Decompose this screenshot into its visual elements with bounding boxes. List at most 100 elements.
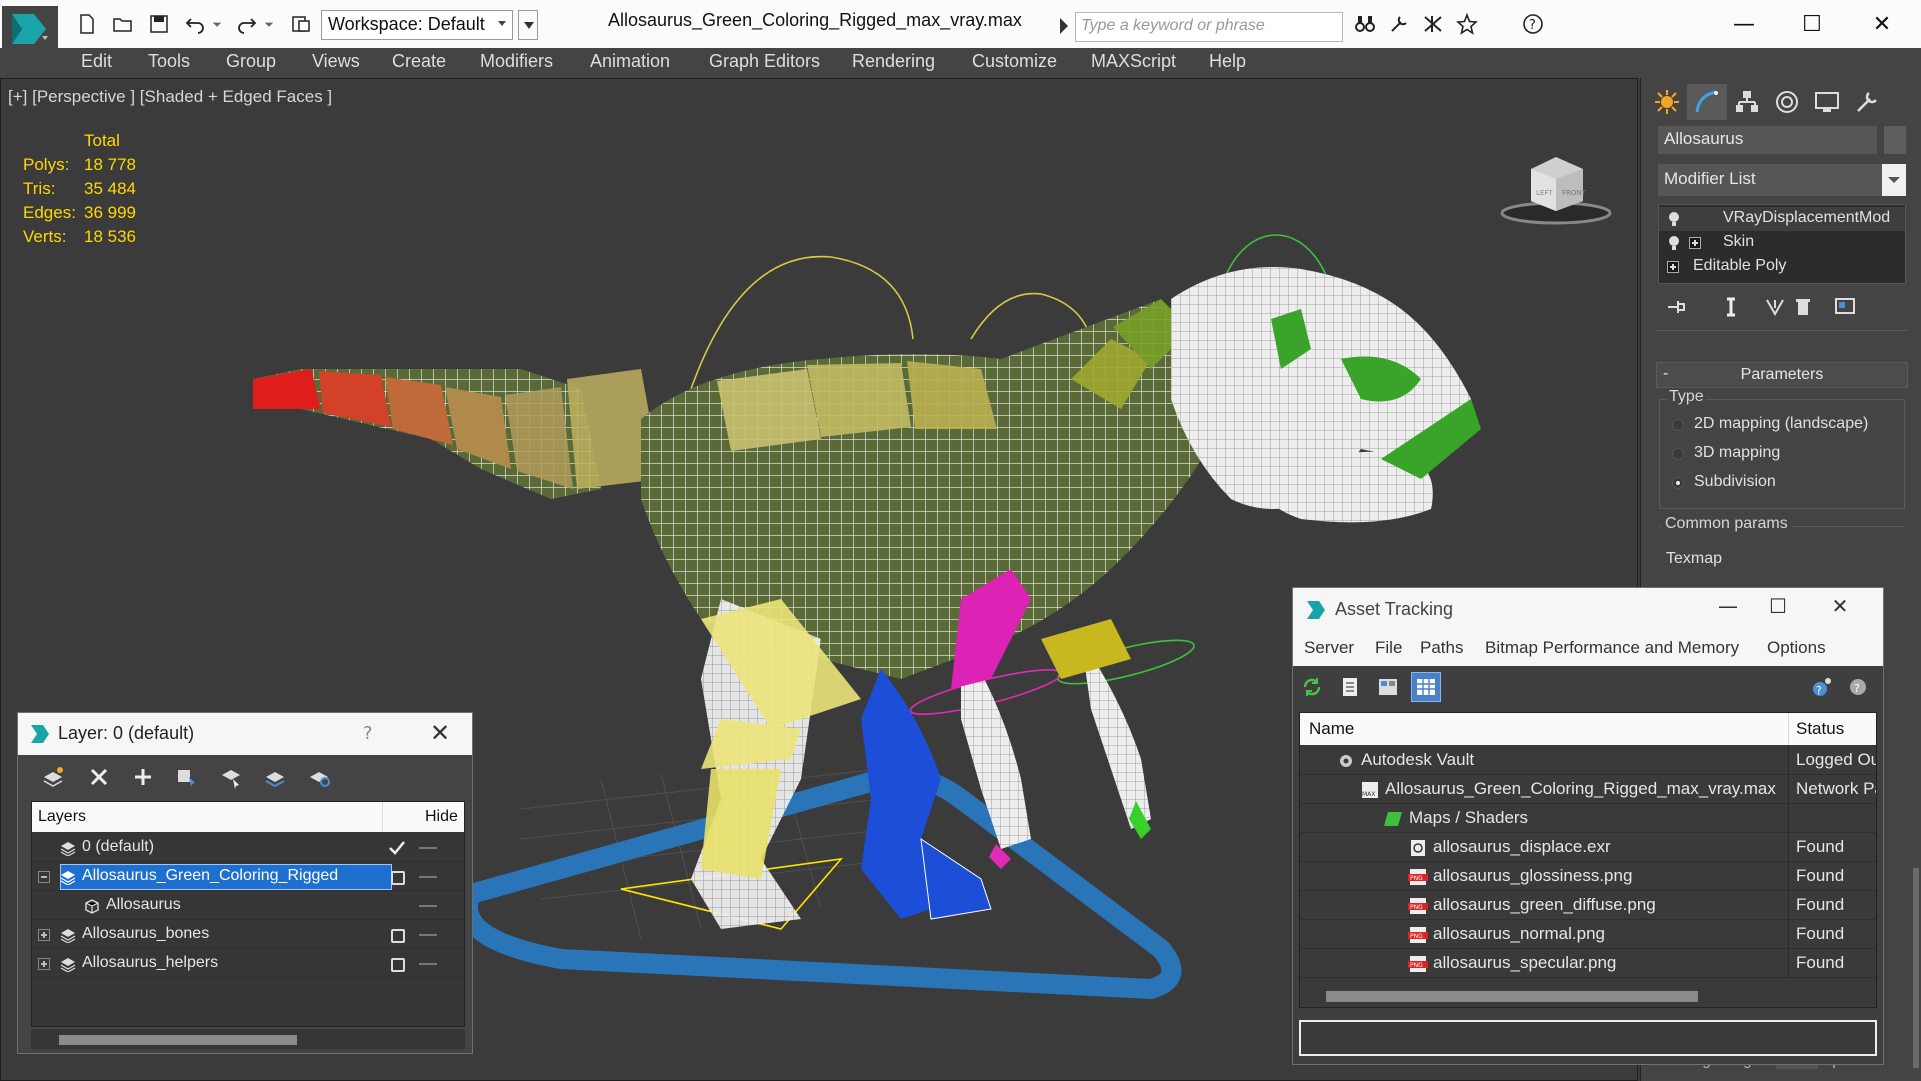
stack-item-vraydisplacementmod[interactable]: VRayDisplacementMod xyxy=(1659,207,1905,231)
maximize-icon[interactable]: ☐ xyxy=(1753,594,1803,626)
open-file-icon[interactable] xyxy=(108,10,138,38)
utilities-tab-icon[interactable] xyxy=(1847,84,1887,120)
pin-stack-icon[interactable] xyxy=(1662,292,1692,322)
asset-row-maps-shaders[interactable]: Maps / Shaders xyxy=(1300,804,1876,833)
lightbulb-icon[interactable] xyxy=(1667,210,1681,228)
menu-maxscript[interactable]: MAXScript xyxy=(1091,51,1176,72)
table-view-icon[interactable] xyxy=(1411,672,1441,702)
asset-row-autodesk-vault[interactable]: Autodesk Vault Logged Out xyxy=(1300,746,1876,775)
column-name[interactable]: Name xyxy=(1309,719,1354,739)
hide-toggle[interactable] xyxy=(419,963,437,965)
create-layer-icon[interactable] xyxy=(38,763,68,791)
save-file-icon[interactable] xyxy=(144,10,174,38)
modifier-list-dropdown[interactable]: Modifier List xyxy=(1658,164,1906,196)
command-panel-scrollbar[interactable] xyxy=(1913,868,1919,1068)
workspace-dropdown[interactable]: Workspace: Default xyxy=(321,10,513,40)
asset-row-glossiness-png[interactable]: PNG allosaurus_glossiness.png Found xyxy=(1300,862,1876,891)
column-hide[interactable]: Hide xyxy=(425,808,458,826)
radio-dot-selected[interactable] xyxy=(1672,477,1684,489)
menu-create[interactable]: Create xyxy=(392,51,446,72)
vault-help-icon[interactable]: ? xyxy=(1843,672,1873,702)
parameters-rollout-header[interactable]: - Parameters xyxy=(1656,362,1908,388)
menu-graph-editors[interactable]: Graph Editors xyxy=(709,51,820,72)
asset-row-displace-exr[interactable]: allosaurus_displace.exr Found xyxy=(1300,833,1876,862)
menu-rendering[interactable]: Rendering xyxy=(852,51,935,72)
configure-modifier-sets-icon[interactable] xyxy=(1830,292,1860,322)
expand-plus-icon[interactable] xyxy=(38,929,50,941)
layer-settings-icon[interactable] xyxy=(304,763,334,791)
close-icon[interactable]: ✕ xyxy=(1815,594,1865,626)
set-current-checkbox[interactable] xyxy=(391,958,405,972)
hide-toggle[interactable] xyxy=(419,876,437,878)
list-view-icon[interactable] xyxy=(1335,672,1365,702)
menu-bitmap-performance[interactable]: Bitmap Performance and Memory xyxy=(1485,638,1739,658)
layer-horizontal-scrollbar[interactable] xyxy=(31,1029,465,1049)
menu-modifiers[interactable]: Modifiers xyxy=(480,51,553,72)
delete-layer-icon[interactable] xyxy=(84,763,114,791)
radio-subdivision[interactable]: Subdivision xyxy=(1672,472,1902,494)
menu-help[interactable]: Help xyxy=(1209,51,1246,72)
search-expand-icon[interactable] xyxy=(1057,14,1071,38)
set-current-checkbox[interactable] xyxy=(391,929,405,943)
expand-plus-icon[interactable] xyxy=(38,958,50,970)
help-icon[interactable]: ? xyxy=(1508,10,1558,38)
minimize-icon[interactable]: — xyxy=(1714,6,1774,42)
radio-3d-mapping[interactable]: 3D mapping xyxy=(1672,443,1902,465)
menu-server[interactable]: Server xyxy=(1304,638,1354,658)
object-color-swatch[interactable] xyxy=(1884,126,1906,154)
asset-horizontal-scrollbar[interactable] xyxy=(1300,985,1876,1007)
menu-views[interactable]: Views xyxy=(312,51,360,72)
app-logo-icon[interactable] xyxy=(2,6,58,54)
stack-item-editable-poly[interactable]: Editable Poly xyxy=(1659,255,1905,279)
close-icon[interactable]: ✕ xyxy=(430,719,450,747)
menu-group[interactable]: Group xyxy=(226,51,276,72)
minimize-icon[interactable]: — xyxy=(1703,594,1753,626)
layer-row-allosaurus-helpers[interactable]: Allosaurus_helpers xyxy=(32,950,464,978)
asset-tracking-titlebar[interactable]: Asset Tracking — ☐ ✕ xyxy=(1293,588,1883,632)
select-objects-icon[interactable] xyxy=(172,763,202,791)
make-unique-icon[interactable] xyxy=(1760,292,1790,322)
set-current-layer-icon[interactable] xyxy=(260,763,290,791)
maximize-icon[interactable]: ☐ xyxy=(1782,6,1842,42)
column-status[interactable]: Status xyxy=(1796,719,1844,739)
radio-dot[interactable] xyxy=(1672,419,1684,431)
asset-row-specular-png[interactable]: PNG allosaurus_specular.png Found xyxy=(1300,949,1876,978)
viewport-label[interactable]: [+] [Perspective ] [Shaded + Edged Faces… xyxy=(8,87,332,107)
tools-icon[interactable] xyxy=(1384,10,1414,38)
motion-tab-icon[interactable] xyxy=(1767,84,1807,120)
communication-icon[interactable] xyxy=(1418,10,1448,38)
binoculars-icon[interactable] xyxy=(1350,10,1380,38)
hide-toggle[interactable] xyxy=(419,934,437,936)
asset-row-normal-png[interactable]: PNG allosaurus_normal.png Found xyxy=(1300,920,1876,949)
help-icon[interactable]: ? xyxy=(363,723,373,744)
search-input[interactable]: Type a keyword or phrase xyxy=(1075,12,1343,42)
expand-plus-icon[interactable] xyxy=(1667,261,1679,273)
object-name-field[interactable]: Allosaurus xyxy=(1658,126,1877,154)
undo-icon[interactable] xyxy=(180,10,210,38)
thumbnail-view-icon[interactable] xyxy=(1373,672,1403,702)
workspace-more-button[interactable] xyxy=(518,10,538,40)
layer-row-allosaurus-green-coloring-rigged[interactable]: Allosaurus_Green_Coloring_Rigged xyxy=(32,863,464,891)
display-tab-icon[interactable] xyxy=(1807,84,1847,120)
menu-options[interactable]: Options xyxy=(1767,638,1826,658)
modify-tab-icon[interactable] xyxy=(1687,84,1727,120)
new-file-icon[interactable] xyxy=(72,10,102,38)
scrollbar-thumb[interactable] xyxy=(59,1035,297,1045)
current-layer-checkmark-icon[interactable] xyxy=(385,836,409,860)
collapse-minus-icon[interactable] xyxy=(38,871,50,883)
favorites-star-icon[interactable] xyxy=(1452,10,1482,38)
viewcube-front-face[interactable]: FRONT xyxy=(1562,189,1587,197)
stack-item-skin[interactable]: Skin xyxy=(1659,231,1905,255)
remove-modifier-icon[interactable] xyxy=(1788,292,1818,322)
asset-path-input[interactable] xyxy=(1299,1020,1877,1056)
radio-dot[interactable] xyxy=(1672,448,1684,460)
help-icon[interactable]: ? xyxy=(1807,672,1837,702)
menu-animation[interactable]: Animation xyxy=(590,51,670,72)
hide-toggle[interactable] xyxy=(419,905,437,907)
lightbulb-icon[interactable] xyxy=(1667,234,1681,252)
undo-history-chevron-down-icon[interactable] xyxy=(210,10,224,38)
layer-dialog-titlebar[interactable]: Layer: 0 (default) ? ✕ xyxy=(18,713,472,755)
menu-customize[interactable]: Customize xyxy=(972,51,1057,72)
add-to-layer-icon[interactable] xyxy=(128,763,158,791)
radio-2d-mapping[interactable]: 2D mapping (landscape) xyxy=(1672,414,1902,436)
